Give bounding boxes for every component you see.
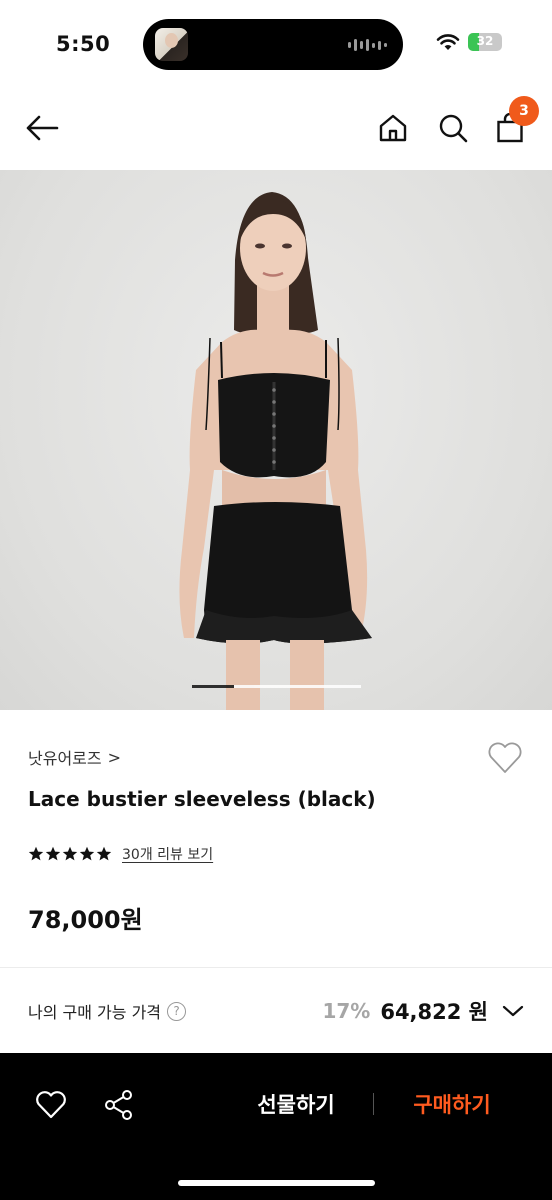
battery-indicator: 32 <box>468 33 502 51</box>
chevron-down-icon <box>502 1005 524 1017</box>
discount-price: 64,822 원 <box>380 1000 488 1024</box>
wifi-icon <box>436 34 460 50</box>
bottom-action-bar: 선물하기 구매하기 <box>0 1053 552 1200</box>
button-separator <box>373 1093 374 1115</box>
brand-name: 낫유어로즈 <box>28 749 102 768</box>
product-photo <box>179 192 372 710</box>
heart-icon <box>488 742 522 773</box>
gallery-progress-fill <box>192 685 235 688</box>
dynamic-island[interactable] <box>143 19 403 70</box>
star-icon <box>45 846 61 861</box>
battery-percent: 32 <box>476 34 494 48</box>
star-rating <box>28 846 112 862</box>
home-icon <box>379 114 407 142</box>
star-icon <box>96 846 112 861</box>
status-time: 5:50 <box>56 32 111 56</box>
heart-icon <box>36 1091 66 1119</box>
cart-count-badge: 3 <box>509 96 539 126</box>
search-button[interactable] <box>431 106 475 150</box>
star-icon <box>28 846 44 861</box>
product-title: Lace bustier sleeveless (black) <box>28 787 376 811</box>
bottom-wishlist-button[interactable] <box>29 1083 73 1127</box>
brand-link[interactable]: 낫유어로즈 > <box>28 745 121 769</box>
share-button[interactable] <box>97 1083 141 1127</box>
search-icon <box>439 114 468 143</box>
status-indicators: 32 <box>436 33 502 51</box>
back-button[interactable] <box>20 106 64 150</box>
gallery-progress-indicator <box>192 685 361 688</box>
my-price-toggle[interactable]: 17% 64,822 원 <box>322 996 524 1026</box>
product-price: 78,000원 <box>28 906 143 934</box>
my-price-label: 나의 구매 가능 가격 ? <box>28 999 187 1023</box>
section-divider <box>0 967 552 968</box>
review-link[interactable]: 30개 리뷰 보기 <box>122 844 213 864</box>
share-icon <box>105 1090 132 1120</box>
status-bar: 5:50 32 <box>0 0 552 90</box>
home-button[interactable] <box>371 106 415 150</box>
buy-button[interactable]: 구매하기 <box>392 1081 512 1127</box>
discount-rate: 17% <box>322 999 371 1023</box>
gift-button[interactable]: 선물하기 <box>236 1081 356 1127</box>
audio-wave-icon <box>348 38 387 52</box>
help-icon[interactable]: ? <box>167 1001 187 1021</box>
top-navigation <box>0 90 552 170</box>
arrow-left-icon <box>26 115 59 141</box>
star-icon <box>62 846 78 861</box>
home-indicator[interactable] <box>178 1180 375 1186</box>
chevron-right-icon: > <box>107 747 122 767</box>
wishlist-button[interactable] <box>484 738 526 778</box>
star-icon <box>79 846 95 861</box>
rating-row: 30개 리뷰 보기 <box>28 844 213 864</box>
my-price-label-text: 나의 구매 가능 가격 <box>28 1003 162 1022</box>
product-image-gallery[interactable] <box>0 170 552 710</box>
now-playing-thumbnail <box>155 28 188 61</box>
